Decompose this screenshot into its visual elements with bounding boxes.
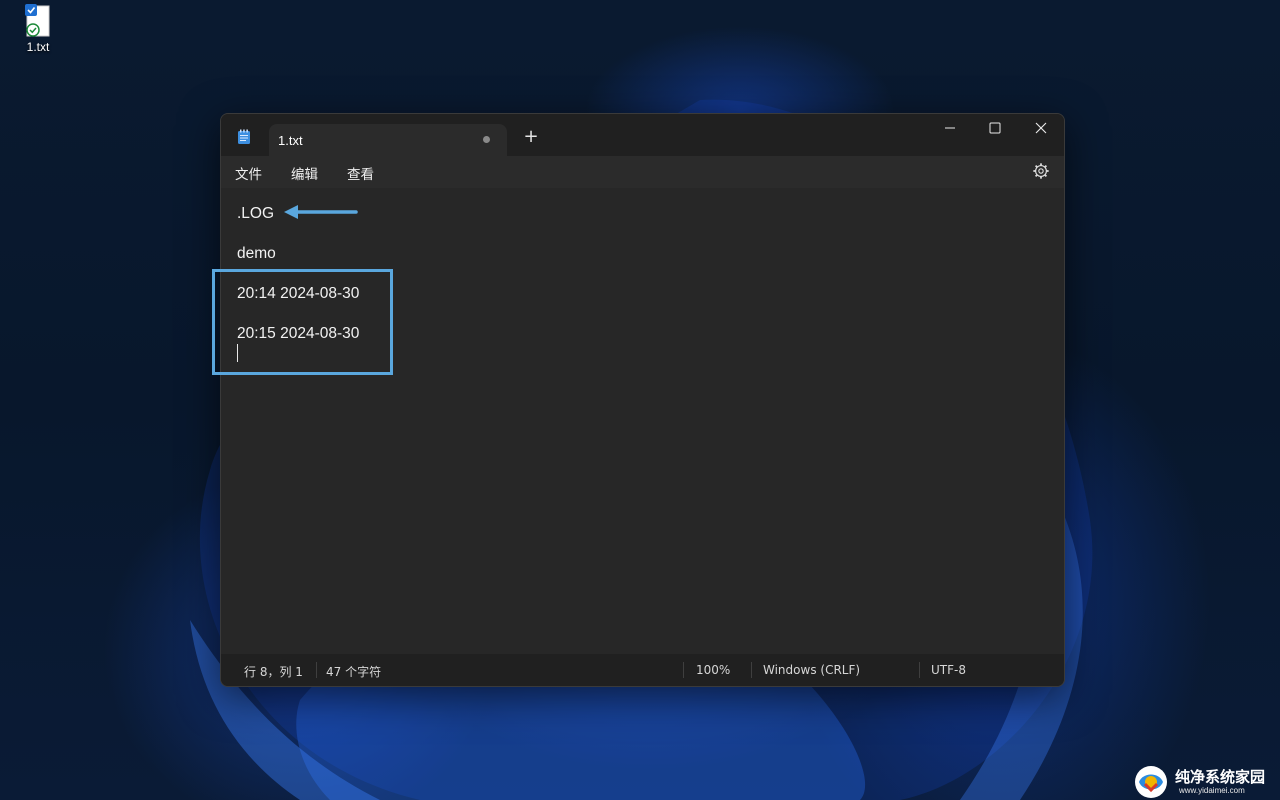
status-divider	[751, 662, 752, 678]
close-icon	[1035, 122, 1047, 134]
character-count: 47 个字符	[326, 665, 382, 679]
desktop-icon-label: 1.txt	[26, 40, 50, 54]
annotation-highlight-box	[212, 269, 393, 375]
maximize-button[interactable]	[972, 114, 1018, 144]
maximize-icon	[989, 122, 1001, 134]
notepad-icon	[238, 129, 250, 144]
menu-edit[interactable]: 编辑	[291, 163, 318, 183]
editor-line: .LOG	[237, 205, 275, 222]
minimize-icon	[945, 127, 955, 129]
status-divider	[919, 662, 920, 678]
notepad-window: 1.txt + 文件 编辑 查看 .LOG demo 20:14 2024-08…	[220, 113, 1065, 687]
watermark-title: 纯净系统家园	[1175, 768, 1266, 786]
watermark-logo-icon	[1135, 766, 1167, 798]
title-bar[interactable]: 1.txt +	[221, 114, 1064, 156]
zoom-level[interactable]: 100%	[696, 663, 730, 677]
encoding[interactable]: UTF-8	[931, 663, 966, 677]
line-ending[interactable]: Windows (CRLF)	[763, 663, 860, 677]
status-divider	[316, 662, 317, 678]
menu-view[interactable]: 查看	[347, 163, 374, 183]
desktop-file-icon[interactable]: 1.txt	[10, 4, 66, 54]
unsaved-indicator-icon[interactable]	[483, 136, 490, 143]
status-divider	[683, 662, 684, 678]
minimize-button[interactable]	[927, 114, 973, 144]
watermark-url: www.yidaimei.com	[1179, 786, 1245, 795]
tab-title: 1.txt	[278, 133, 303, 148]
new-tab-button[interactable]: +	[521, 127, 541, 147]
annotation-arrow-icon	[284, 205, 358, 219]
editor-line: demo	[237, 245, 276, 262]
watermark: 纯净系统家园 www.yidaimei.com	[1133, 762, 1279, 800]
tab-1-txt[interactable]: 1.txt	[269, 124, 507, 156]
status-bar: 行 8，列 1 47 个字符 100% Windows (CRLF) UTF-8	[221, 654, 1064, 686]
menu-file[interactable]: 文件	[235, 163, 262, 183]
text-editor-area[interactable]: .LOG demo 20:14 2024-08-30 20:15 2024-08…	[221, 188, 1064, 654]
gear-icon[interactable]	[1032, 162, 1050, 180]
cursor-position: 行 8，列 1	[244, 665, 303, 679]
text-file-icon	[25, 4, 51, 37]
menu-bar: 文件 编辑 查看	[221, 156, 1064, 188]
close-button[interactable]	[1018, 114, 1064, 144]
